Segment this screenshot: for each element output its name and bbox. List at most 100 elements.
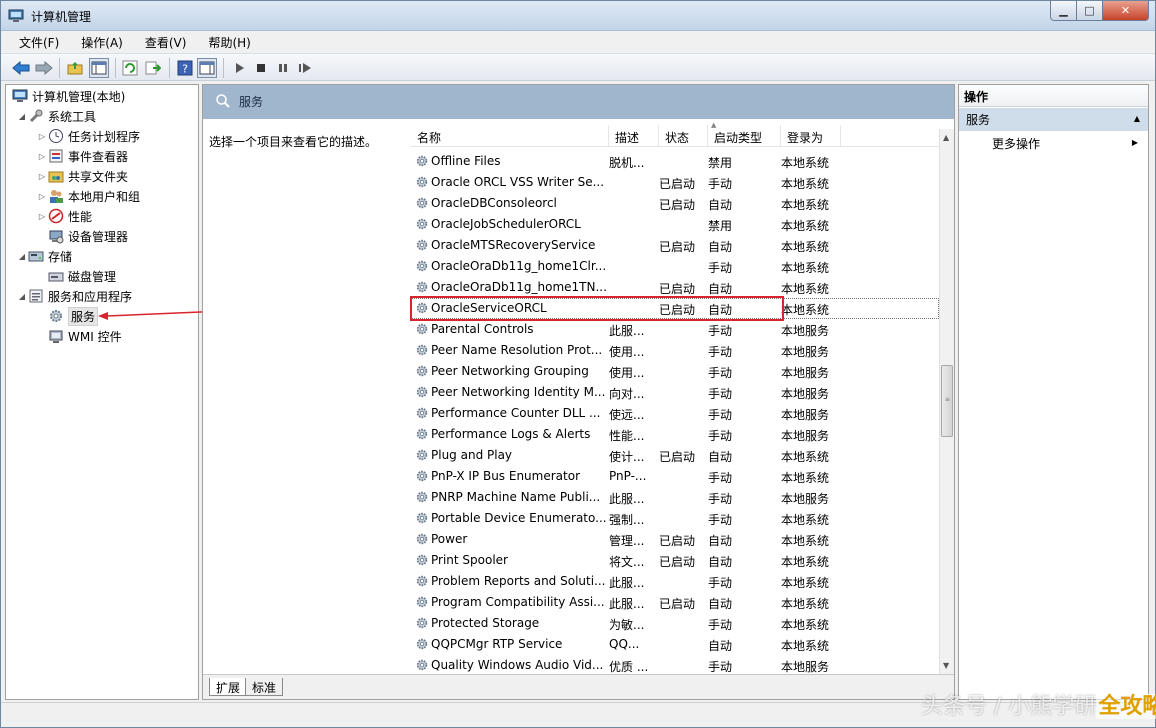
table-row[interactable]: OracleOraDb11g_home1TN... 已启动 自动 本地系统 [411, 277, 939, 298]
table-row[interactable]: Power 管理... 已启动 自动 本地系统 [411, 529, 939, 550]
table-row[interactable]: Performance Logs & Alerts 性能... 手动 本地服务 [411, 424, 939, 445]
more-actions-item[interactable]: 更多操作 ▶ [959, 133, 1148, 153]
service-startup-type: 手动 [708, 429, 733, 443]
tree-item-label: 服务和应用程序 [48, 289, 133, 304]
collapse-triangle-icon[interactable]: ◢ [16, 112, 28, 121]
service-description: 使计... [609, 450, 645, 464]
table-row[interactable]: Print Spooler 将文... 已启动 自动 本地系统 [411, 550, 939, 571]
help-icon[interactable]: ? [175, 58, 195, 78]
scrollbar-thumb[interactable]: ≡ [941, 365, 953, 437]
show-hide-action-pane-icon[interactable] [197, 58, 217, 78]
tree-item-storage[interactable]: ◢ 存储 [16, 247, 72, 265]
tree-item-wmi-control[interactable]: WMI 控件 [48, 327, 122, 345]
table-row[interactable]: Offline Files 脱机... 禁用 本地系统 [411, 151, 939, 172]
svg-text:?: ? [182, 63, 188, 76]
column-header-startup-type[interactable]: 启动类型 [708, 125, 781, 147]
table-row[interactable]: OracleDBConsoleorcl 已启动 自动 本地系统 [411, 193, 939, 214]
tree-item-services[interactable]: 服务 [48, 306, 99, 326]
table-row[interactable]: Program Compatibility Assi... 此服... 已启动 自动 本… [411, 592, 939, 613]
service-startup-type: 自动 [708, 555, 733, 569]
scroll-down-icon[interactable]: ▼ [943, 661, 949, 670]
column-header-name[interactable]: 名称 [411, 125, 609, 147]
service-gear-icon [415, 490, 429, 504]
scroll-up-icon[interactable]: ▲ [943, 133, 949, 142]
service-name: Peer Networking Grouping [431, 364, 589, 378]
tree-item-local-users-groups[interactable]: ▷ 本地用户和组 [36, 187, 140, 205]
table-row[interactable]: Portable Device Enumerato... 强制... 手动 本地系统 [411, 508, 939, 529]
table-row[interactable]: Peer Name Resolution Prot... 使用... 手动 本地服务 [411, 340, 939, 361]
tree-item-shared-folders[interactable]: ▷ 共享文件夹 [36, 167, 128, 185]
show-hide-console-tree-icon[interactable] [89, 58, 109, 78]
table-row[interactable]: Quality Windows Audio Vid... 优质 ... 手动 本地服务 [411, 655, 939, 674]
stop-service-icon[interactable] [251, 58, 271, 78]
tree-item-device-manager[interactable]: 设备管理器 [48, 227, 128, 245]
table-row[interactable]: OracleJobSchedulerORCL 禁用 本地系统 [411, 214, 939, 235]
service-status: 已启动 [659, 198, 696, 212]
close-button[interactable]: ✕ [1103, 1, 1149, 21]
expand-triangle-icon[interactable]: ▷ [36, 192, 48, 201]
service-name: Problem Reports and Soluti... [431, 574, 606, 588]
menu-action[interactable]: 操作(A) [63, 32, 127, 52]
tree-item-event-viewer[interactable]: ▷ 事件查看器 [36, 147, 128, 165]
column-header-log-on-as[interactable]: 登录为 [781, 125, 841, 147]
menu-view[interactable]: 查看(V) [127, 32, 191, 52]
table-row[interactable]: Plug and Play 使计... 已启动 自动 本地系统 [411, 445, 939, 466]
restart-service-icon[interactable] [295, 58, 315, 78]
back-arrow-icon[interactable] [11, 58, 31, 78]
menu-help[interactable]: 帮助(H) [190, 32, 254, 52]
tree-item-label: WMI 控件 [68, 329, 122, 344]
column-header-status[interactable]: 状态 [659, 125, 708, 147]
service-description: 此服... [609, 597, 645, 611]
table-row[interactable]: OracleMTSRecoveryService 已启动 自动 本地系统 [411, 235, 939, 256]
service-name: Performance Counter DLL ... [431, 406, 601, 420]
table-row[interactable]: Peer Networking Identity M... 向对... 手动 本地服务 [411, 382, 939, 403]
table-row[interactable]: Oracle ORCL VSS Writer Se... 已启动 手动 本地系统 [411, 172, 939, 193]
table-row[interactable]: OracleOraDb11g_home1Clr... 手动 本地系统 [411, 256, 939, 277]
service-name: Program Compatibility Assi... [431, 595, 605, 609]
menu-bar: 文件(F) 操作(A) 查看(V) 帮助(H) [1, 32, 1155, 52]
menu-file[interactable]: 文件(F) [1, 32, 63, 52]
tree-item-services-and-applications[interactable]: ◢ 服务和应用程序 [16, 287, 132, 305]
up-folder-icon[interactable] [65, 58, 85, 78]
vertical-scrollbar[interactable]: ▲ ≡ ▼ [939, 129, 954, 674]
service-log-on-as: 本地服务 [781, 429, 830, 443]
table-row[interactable]: PNRP Machine Name Publi... 此服... 手动 本地服务 [411, 487, 939, 508]
expand-triangle-icon[interactable]: ▷ [36, 172, 48, 181]
service-gear-icon [415, 364, 429, 378]
expand-triangle-icon[interactable]: ▷ [36, 132, 48, 141]
tree-item-task-scheduler[interactable]: ▷ 任务计划程序 [36, 127, 140, 145]
table-row[interactable]: Problem Reports and Soluti... 此服... 手动 本地系统 [411, 571, 939, 592]
service-name: PNRP Machine Name Publi... [431, 490, 601, 504]
forward-arrow-icon[interactable] [34, 58, 54, 78]
table-row[interactable]: PnP-X IP Bus Enumerator PnP-... 手动 本地系统 [411, 466, 939, 487]
refresh-icon[interactable] [120, 58, 140, 78]
tree-root[interactable]: 计算机管理(本地) [12, 87, 125, 105]
pause-service-icon[interactable] [273, 58, 293, 78]
actions-section-services[interactable]: 服务 ▲ [959, 108, 1148, 131]
tree-item-disk-management[interactable]: 磁盘管理 [48, 267, 116, 285]
tab-extended[interactable]: 扩展 [209, 678, 248, 696]
watermark: 头条号 / 小熊学研全攻略 [921, 688, 1156, 720]
collapse-caret-icon[interactable]: ▲ [1134, 114, 1140, 123]
tree-item-performance[interactable]: ▷ 性能 [36, 207, 92, 225]
table-row[interactable]: Parental Controls 此服... 手动 本地服务 [411, 319, 939, 340]
table-row[interactable]: QQPCMgr RTP Service QQ... 自动 本地系统 [411, 634, 939, 655]
table-row[interactable]: Peer Networking Grouping 使用... 手动 本地服务 [411, 361, 939, 382]
start-service-icon[interactable] [229, 58, 249, 78]
table-row[interactable]: Performance Counter DLL ... 使远... 手动 本地服务 [411, 403, 939, 424]
collapse-triangle-icon[interactable]: ◢ [16, 292, 28, 301]
title-bar[interactable]: 计算机管理 ▁ □ ✕ [1, 1, 1155, 31]
minimize-button[interactable]: ▁ [1050, 1, 1077, 21]
column-header-description[interactable]: 描述 [609, 125, 659, 147]
tab-standard[interactable]: 标准 [245, 678, 284, 696]
export-list-icon[interactable] [143, 58, 163, 78]
expand-triangle-icon[interactable]: ▷ [36, 152, 48, 161]
table-row[interactable]: Protected Storage 为敏... 手动 本地系统 [411, 613, 939, 634]
service-gear-icon [415, 574, 429, 588]
service-log-on-as: 本地系统 [781, 534, 830, 548]
collapse-triangle-icon[interactable]: ◢ [16, 252, 28, 261]
tree-item-system-tools[interactable]: ◢ 系统工具 [16, 107, 96, 125]
expand-triangle-icon[interactable]: ▷ [36, 212, 48, 221]
service-description: 此服... [609, 492, 645, 506]
maximize-button[interactable]: □ [1077, 1, 1103, 21]
